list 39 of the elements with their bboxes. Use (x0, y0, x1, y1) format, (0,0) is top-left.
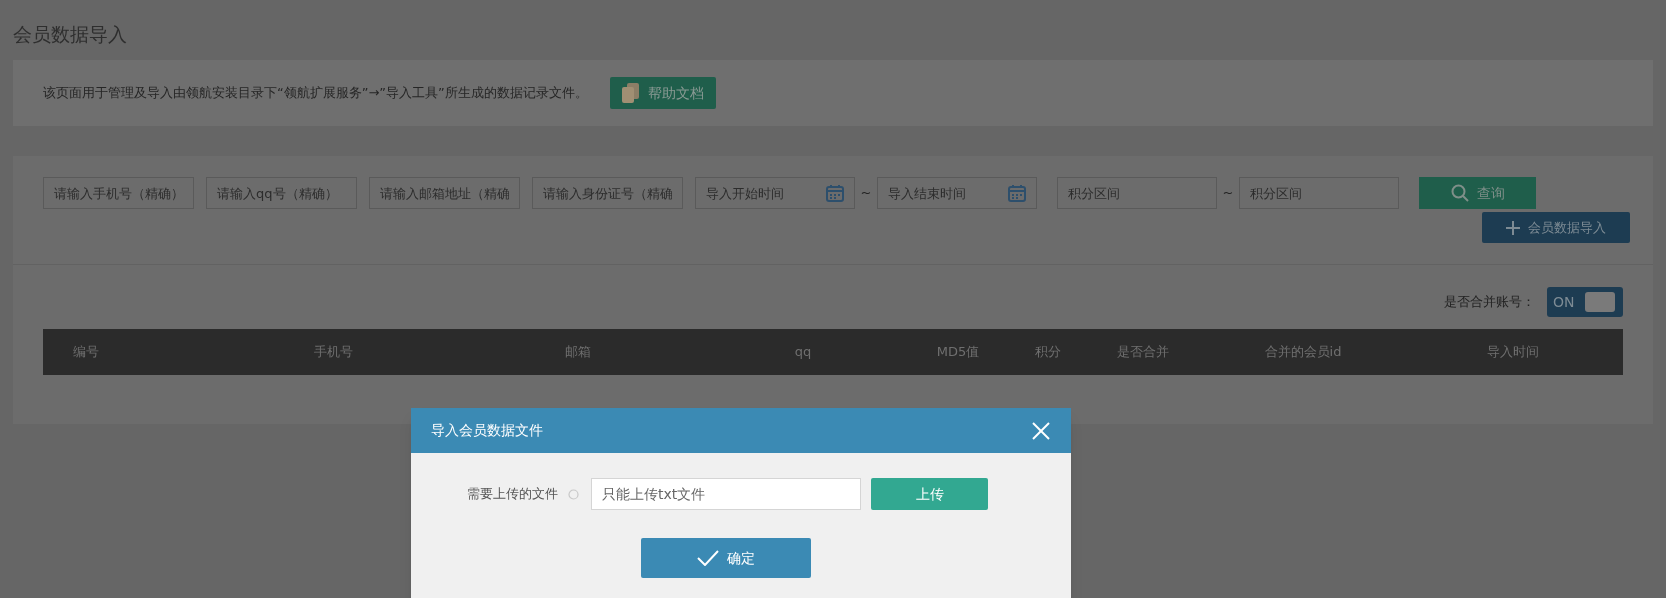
text-field[interactable]: 请输入qq号（精确） (206, 177, 357, 209)
date-field[interactable]: 导入结束时间 (877, 177, 1037, 209)
range-separator: ~ (1221, 184, 1235, 203)
import-button[interactable]: 会员数据导入 (1482, 212, 1630, 243)
column-header: 编号 (72, 343, 100, 362)
file-field[interactable]: 只能上传txt文件 (591, 478, 861, 510)
close-icon[interactable] (1031, 420, 1051, 441)
range-separator: ~ (859, 184, 873, 203)
calendar-icon (825, 183, 845, 203)
column-header: MD5值 (935, 343, 981, 362)
notice-text: 该页面用于管理及导入由领航安装目录下“领航扩展服务”→”导入工具”所生成的数据记录文件。 (43, 84, 588, 103)
check-icon (697, 550, 719, 566)
column-header: 手机号 (312, 343, 354, 362)
merge-label: 是否合并账号： (1444, 293, 1535, 312)
column-header: 积分 (1034, 343, 1062, 362)
column-header: 邮箱 (564, 343, 592, 362)
text-field[interactable]: 请输入手机号（精确） (43, 177, 194, 209)
page-title: 会员数据导入 (13, 22, 128, 47)
circle-icon (568, 488, 579, 500)
confirm-button[interactable]: 确定 (641, 538, 811, 578)
text-field[interactable]: 请输入身份证号（精确 (532, 177, 683, 209)
field-label: 需要上传的文件 (467, 485, 558, 504)
document-icon (621, 83, 640, 103)
column-header: 导入时间 (1486, 343, 1540, 362)
merge-toggle[interactable]: ON (1547, 287, 1623, 317)
text-field[interactable]: 积分区间 (1239, 177, 1399, 209)
dialog-title: 导入会员数据文件 (431, 421, 543, 440)
column-header: 合并的会员id (1263, 343, 1343, 362)
upload-button[interactable]: 上传 (871, 478, 988, 510)
calendar-icon (1007, 183, 1027, 203)
date-field[interactable]: 导入开始时间 (695, 177, 855, 209)
column-header: 是否合并 (1116, 343, 1170, 362)
search-icon (1450, 184, 1469, 202)
help-button[interactable]: 帮助文档 (609, 77, 716, 109)
text-field[interactable]: 积分区间 (1057, 177, 1217, 209)
plus-icon (1506, 220, 1520, 235)
text-field[interactable]: 请输入邮箱地址（精确 (369, 177, 520, 209)
column-header: qq (793, 343, 813, 362)
search-button[interactable]: 查询 (1419, 177, 1536, 209)
